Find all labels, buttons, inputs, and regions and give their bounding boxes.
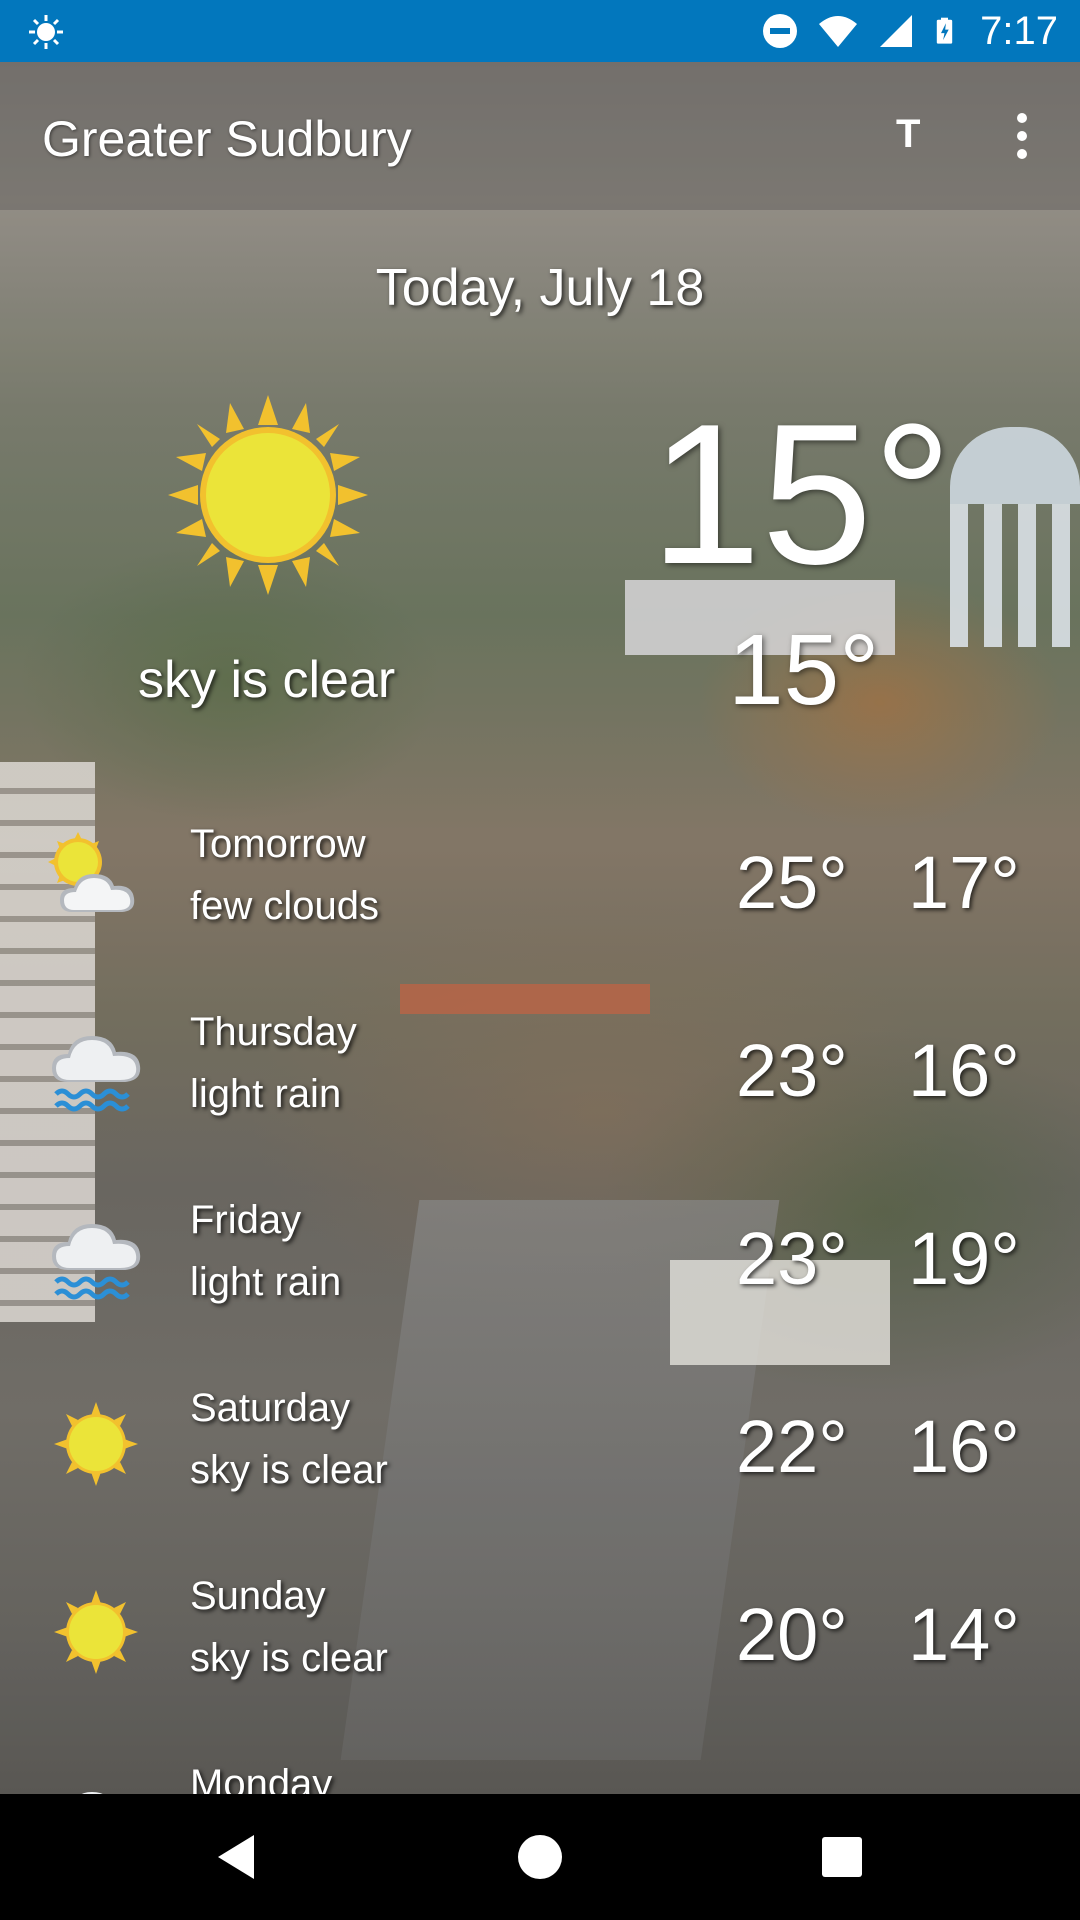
forecast-row[interactable]: Tomorrow few clouds 25° 17°	[0, 812, 1080, 1000]
navigation-bar	[0, 1794, 1080, 1920]
app-bar: Greater Sudbury T	[0, 62, 1080, 210]
rain-cloud-icon	[52, 1224, 141, 1300]
current-date: Today, July 18	[375, 259, 705, 317]
weather-sun-icon	[29, 15, 63, 49]
forecast-high: 25°	[736, 841, 848, 924]
forecast-row[interactable]: Thursday light rain 23° 16°	[0, 1000, 1080, 1188]
nav-back-icon[interactable]	[210, 1827, 270, 1887]
forecast-high: 20°	[736, 1593, 848, 1676]
battery-charging-icon	[936, 17, 953, 44]
forecast-list: Tomorrow few clouds 25° 17° Thursday lig…	[0, 812, 1080, 1852]
status-time: 7:17	[980, 8, 1058, 53]
forecast-low: 16°	[908, 1029, 1020, 1112]
partly-cloudy-icon	[48, 832, 135, 912]
current-description: sky is clear	[138, 651, 396, 709]
wifi-icon	[819, 16, 858, 47]
forecast-day: Saturday	[190, 1386, 351, 1430]
sun-icon	[54, 1590, 138, 1674]
forecast-low: 14°	[908, 1593, 1020, 1676]
forecast-description: light rain	[190, 1072, 342, 1116]
forecast-description: sky is clear	[190, 1448, 388, 1492]
forecast-description: sky is clear	[190, 1636, 388, 1680]
current-temperature: 15°	[650, 383, 953, 606]
temperature-unit-button[interactable]: T	[896, 112, 920, 157]
forecast-high: 23°	[736, 1029, 848, 1112]
weather-app-screen: 7:17 Greater Sudbury T Today, July 18 15…	[0, 0, 1080, 1920]
city-title: Greater Sudbury	[42, 111, 412, 167]
forecast-day: Thursday	[190, 1010, 357, 1054]
cell-signal-icon	[880, 15, 913, 47]
forecast-row[interactable]: Friday light rain 23° 19°	[0, 1188, 1080, 1376]
forecast-low: 16°	[908, 1405, 1020, 1488]
forecast-low: 19°	[908, 1217, 1020, 1300]
forecast-day: Tomorrow	[190, 822, 366, 866]
forecast-day: Friday	[190, 1198, 302, 1242]
forecast-high: 23°	[736, 1217, 848, 1300]
nav-recent-apps-icon[interactable]	[812, 1827, 872, 1887]
rain-cloud-icon	[52, 1036, 141, 1112]
forecast-description: light rain	[190, 1260, 342, 1304]
forecast-day: Sunday	[190, 1574, 326, 1618]
more-vert-icon[interactable]	[1008, 112, 1036, 160]
forecast-row[interactable]: Sunday sky is clear 20° 14°	[0, 1564, 1080, 1752]
status-bar: 7:17	[0, 0, 1080, 62]
sun-icon	[54, 1402, 138, 1486]
forecast-high: 22°	[736, 1405, 848, 1488]
forecast-row[interactable]: Saturday sky is clear 22° 16°	[0, 1376, 1080, 1564]
sun-icon	[168, 395, 368, 595]
do-not-disturb-icon	[763, 14, 798, 48]
forecast-description: few clouds	[190, 884, 379, 928]
forecast-low: 17°	[908, 841, 1020, 924]
status-icons: 7:17	[760, 0, 1058, 62]
nav-home-icon[interactable]	[510, 1827, 570, 1887]
current-temperature-secondary: 15°	[728, 614, 880, 726]
